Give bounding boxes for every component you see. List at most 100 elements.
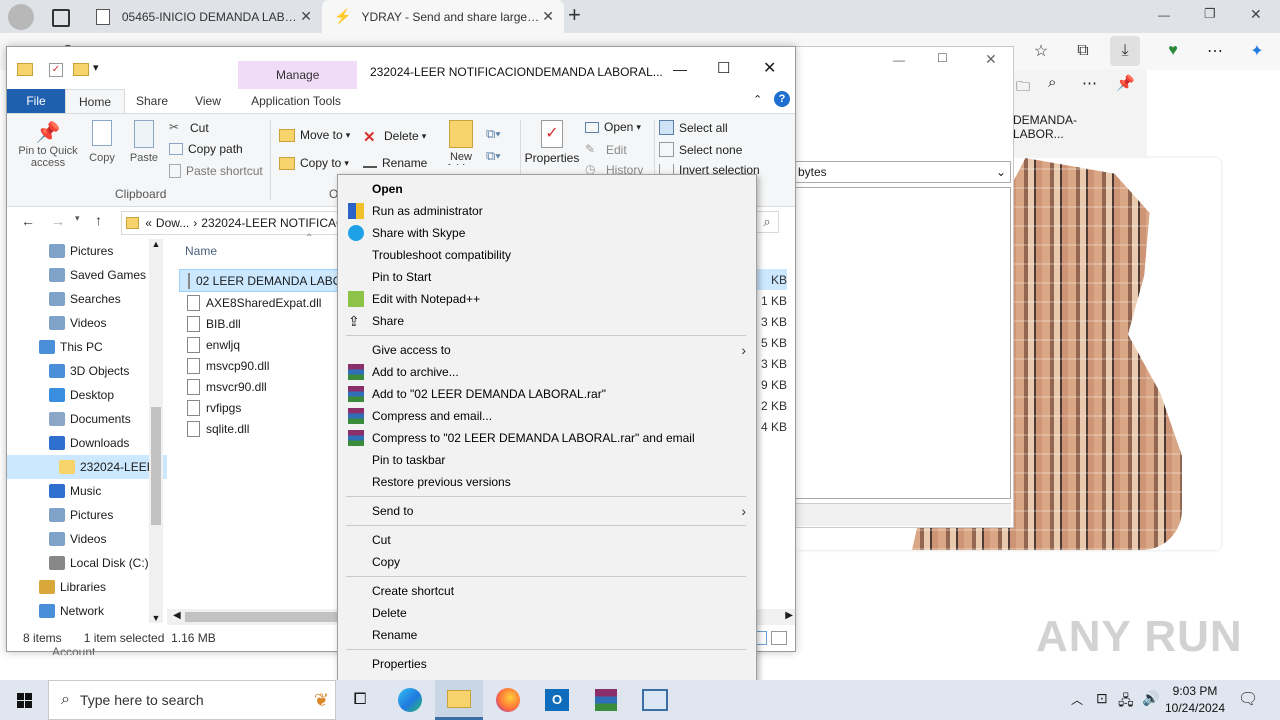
forward-icon[interactable]: →	[51, 213, 65, 229]
tray-chevron-icon[interactable]: ︿	[1071, 691, 1083, 708]
pin-quick-access-button[interactable]: 📌 Pin to Quick access	[13, 120, 83, 169]
nav-item[interactable]: 3D Objects	[7, 359, 167, 383]
recent-icon[interactable]: ▾	[75, 213, 80, 224]
tab-actions-icon[interactable]	[52, 9, 70, 27]
nav-item[interactable]: Pictures	[7, 503, 167, 527]
file-row[interactable]: enwljq	[179, 334, 339, 355]
dialog-minimize-icon[interactable]: —	[893, 53, 905, 67]
file-row[interactable]: 02 LEER DEMANDA LABO	[179, 269, 342, 292]
customize-chevron-icon[interactable]: ▾	[93, 61, 99, 74]
tray-app-icon[interactable]: ⊡	[1096, 690, 1108, 707]
file-explorer-icon[interactable]	[435, 680, 483, 720]
maximize-button[interactable]: ☐	[717, 59, 730, 77]
menu-item[interactable]: Restore previous versions	[338, 471, 756, 493]
dialog-close-icon[interactable]: ✕	[985, 51, 997, 68]
nav-item[interactable]: Libraries	[7, 575, 167, 599]
nav-item[interactable]: This PC	[7, 335, 167, 359]
menu-item[interactable]: Copy	[338, 551, 756, 573]
copy-to-button[interactable]: Copy to ▾	[279, 156, 349, 170]
menu-item[interactable]: Share with Skype	[338, 222, 756, 244]
outlook-icon[interactable]: O	[533, 680, 581, 720]
search-icon[interactable]: ⌕	[1048, 74, 1056, 91]
easy-access-icon[interactable]: ⧉▾	[486, 148, 501, 164]
menu-item[interactable]: Run as administrator	[338, 200, 756, 222]
nav-item[interactable]: Pictures	[7, 239, 167, 263]
menu-item[interactable]: ⇪ Share	[338, 310, 756, 332]
scroll-up-icon[interactable]: ▲	[149, 239, 163, 249]
notifications-icon[interactable]: 🗨	[1238, 689, 1258, 709]
tab-application-tools[interactable]: Application Tools	[243, 89, 349, 113]
downloads-icon[interactable]: ⤓	[1110, 36, 1140, 66]
close-button[interactable]: ✕	[763, 58, 776, 78]
address-bar[interactable]: « Dow... › 232024-LEER NOTIFICACI	[121, 211, 349, 235]
new-item-icon[interactable]: ⧉▾	[486, 126, 501, 142]
menu-item[interactable]: Properties	[338, 653, 756, 675]
profile-avatar[interactable]	[8, 4, 34, 30]
menu-item[interactable]: Add to archive...	[338, 361, 756, 383]
copy-button[interactable]: Copy	[85, 120, 119, 164]
size-select[interactable]: bytes ⌄	[793, 161, 1011, 183]
file-row[interactable]: msvcp90.dll	[179, 355, 339, 376]
properties-button[interactable]: ✓ Properties	[524, 120, 580, 165]
menu-item[interactable]: Pin to taskbar	[338, 449, 756, 471]
move-to-button[interactable]: Move to ▾	[279, 128, 350, 142]
file-row[interactable]: sqlite.dll	[179, 418, 339, 439]
minimize-button[interactable]: —	[1158, 8, 1170, 22]
nav-scrollbar[interactable]: ▲ ▼	[149, 239, 163, 623]
file-row[interactable]: rvfipgs	[179, 397, 339, 418]
scroll-down-icon[interactable]: ▼	[149, 613, 163, 623]
select-all-button[interactable]: Select all	[659, 120, 728, 135]
menu-item[interactable]: Rename	[338, 624, 756, 646]
menu-item[interactable]: Send to ›	[338, 500, 756, 522]
nav-item[interactable]: Documents	[7, 407, 167, 431]
breadcrumb-overflow[interactable]: «	[145, 216, 152, 230]
menu-item[interactable]: Compress to "02 LEER DEMANDA LABORAL.rar…	[338, 427, 756, 449]
file-row[interactable]: msvcr90.dll	[179, 376, 339, 397]
breadcrumb-current[interactable]: 232024-LEER NOTIFICACI	[201, 216, 348, 230]
nav-item[interactable]: 232024-LEER	[7, 455, 167, 479]
menu-item[interactable]: Cut	[338, 529, 756, 551]
app-window-icon[interactable]	[631, 680, 679, 720]
collections-icon[interactable]: ⧉	[1068, 36, 1098, 66]
edit-button[interactable]: ✎ Edit	[585, 142, 627, 158]
menu-item[interactable]: Edit with Notepad++	[338, 288, 756, 310]
column-header-name[interactable]: Name	[185, 244, 217, 258]
cut-button[interactable]: ✂ Cut	[169, 120, 209, 136]
favorites-icon[interactable]: ☆	[1026, 36, 1056, 66]
nav-item[interactable]: Videos	[7, 527, 167, 551]
menu-item[interactable]: Pin to Start	[338, 266, 756, 288]
network-icon[interactable]: 🖧	[1118, 690, 1134, 714]
task-view-icon[interactable]: ⧠	[336, 680, 384, 720]
close-tab-icon[interactable]: ✕	[300, 8, 312, 25]
menu-item[interactable]: Compress and email...	[338, 405, 756, 427]
menu-item[interactable]: Open	[338, 178, 756, 200]
delete-button[interactable]: ✕ Delete ▾	[363, 128, 426, 146]
firefox-icon[interactable]	[484, 680, 532, 720]
paste-button[interactable]: Paste	[127, 120, 161, 164]
volume-icon[interactable]: 🔊	[1142, 690, 1159, 707]
folder-icon[interactable]: 🗀	[1016, 76, 1030, 100]
up-icon[interactable]: ↑	[95, 212, 102, 228]
close-tab-icon[interactable]: ✕	[542, 8, 554, 25]
nav-item[interactable]: Searches	[7, 287, 167, 311]
tab-share[interactable]: Share	[125, 89, 179, 113]
scroll-right-icon[interactable]: ▶	[785, 610, 793, 621]
close-button[interactable]: ✕	[1250, 6, 1262, 23]
edge-icon[interactable]	[386, 680, 434, 720]
tab-file[interactable]: File	[7, 89, 65, 113]
tab-view[interactable]: View	[181, 89, 235, 113]
winrar-icon[interactable]	[582, 680, 630, 720]
back-icon[interactable]: ←	[21, 213, 35, 229]
more-icon[interactable]: ⋯	[1082, 74, 1097, 92]
scroll-thumb[interactable]	[151, 407, 161, 525]
nav-item[interactable]: Saved Games	[7, 263, 167, 287]
open-button[interactable]: Open ▾	[585, 120, 641, 134]
tab-home[interactable]: Home	[65, 89, 125, 114]
large-icons-view-icon[interactable]	[771, 631, 787, 645]
start-button[interactable]	[0, 680, 48, 720]
extensions-icon[interactable]: ♥	[1158, 36, 1188, 66]
tab-ydray[interactable]: ⚡ YDRAY - Send and share large an ✕	[322, 0, 564, 33]
taskbar-search[interactable]: ⌕ Type here to search ❦	[48, 680, 336, 720]
maximize-button[interactable]: ❐	[1204, 6, 1216, 22]
menu-item[interactable]: Troubleshoot compatibility	[338, 244, 756, 266]
